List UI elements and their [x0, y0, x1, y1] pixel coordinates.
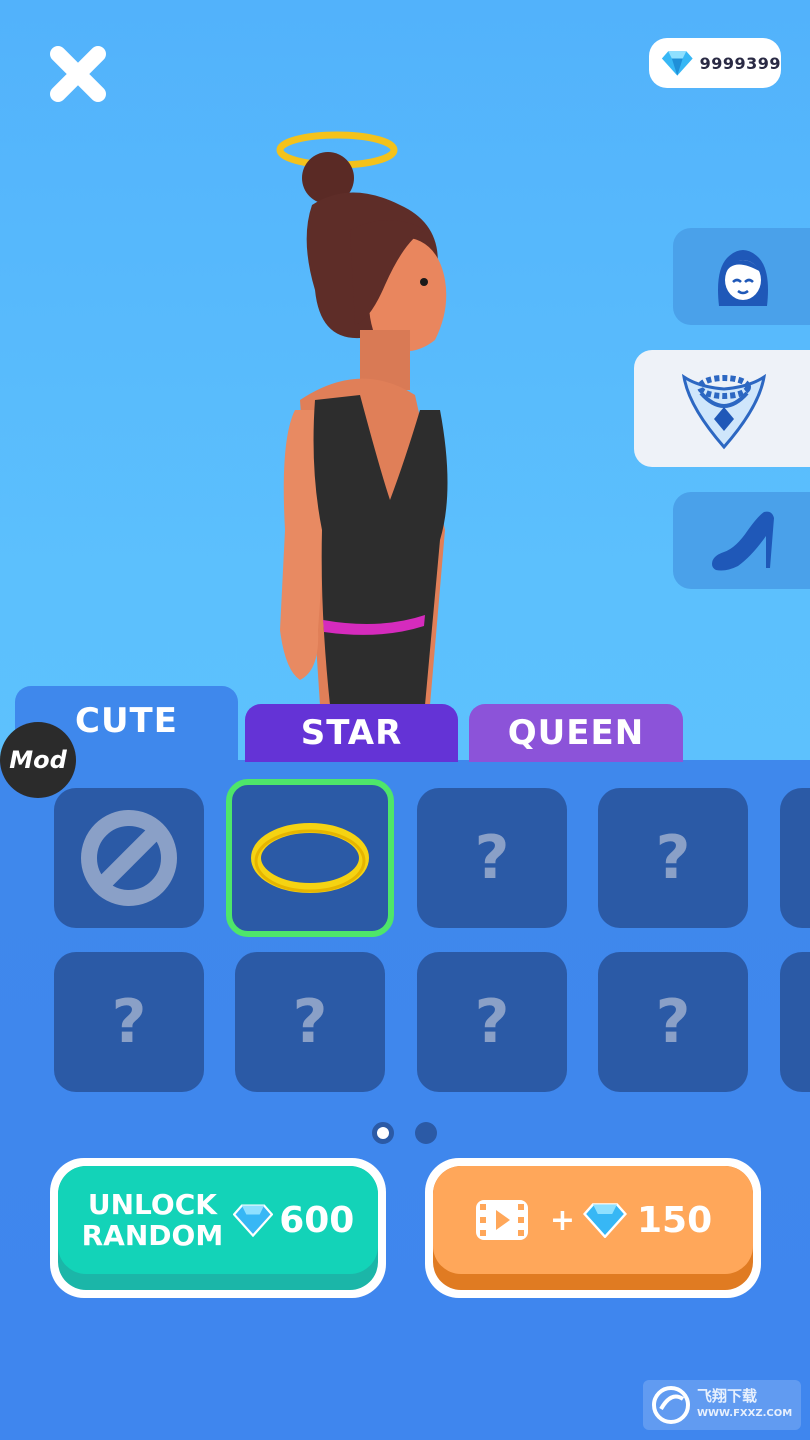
item-slot-locked[interactable]: ?	[235, 952, 385, 1092]
category-shoes-button[interactable]	[673, 492, 810, 589]
category-face-button[interactable]	[673, 228, 810, 325]
watermark-line1: 飞翔下载	[697, 1387, 758, 1405]
video-icon	[475, 1200, 528, 1240]
watermark-line2: WWW.FXXZ.COM	[697, 1408, 793, 1419]
ad-reward-amount: 150	[636, 1199, 713, 1241]
watermark: 飞翔下载 WWW.FXXZ.COM	[643, 1380, 801, 1430]
halo-ring-icon	[251, 823, 369, 893]
locked-mark: ?	[474, 987, 510, 1057]
item-slot-locked[interactable]: ?	[598, 952, 748, 1092]
item-slot-locked[interactable]: ?	[417, 952, 567, 1092]
item-slot-partial[interactable]	[780, 952, 810, 1092]
item-slot-locked[interactable]: ?	[417, 788, 567, 928]
item-slot-none[interactable]	[54, 788, 204, 928]
locked-mark: ?	[655, 823, 691, 893]
no-entry-icon	[81, 810, 177, 906]
locked-mark: ?	[111, 987, 147, 1057]
character-model	[276, 131, 448, 705]
unlock-label-line1: UNLOCK	[87, 1188, 217, 1221]
item-slot-locked[interactable]: ?	[54, 952, 204, 1092]
watch-ad-body: + 150	[433, 1166, 753, 1290]
tab-queen-label: QUEEN	[507, 713, 645, 753]
diamond-icon	[582, 1203, 627, 1238]
category-necklace-button[interactable]	[634, 350, 810, 467]
watermark-logo-icon	[652, 1386, 690, 1424]
watch-ad-button[interactable]: + 150	[425, 1158, 761, 1298]
page-dot-1[interactable]	[372, 1122, 394, 1144]
locked-mark: ?	[655, 987, 691, 1057]
close-x-icon	[50, 46, 106, 102]
high-heel-icon	[712, 511, 774, 570]
watch-ad-face: + 150	[433, 1166, 753, 1274]
tab-cute-label: CUTE	[75, 701, 178, 741]
tab-star[interactable]: STAR	[245, 704, 458, 762]
unlock-random-body: UNLOCK RANDOM 600	[58, 1166, 378, 1290]
unlock-random-label: UNLOCK RANDOM	[82, 1189, 224, 1251]
girl-face-icon	[718, 249, 768, 306]
unlock-random-button[interactable]: UNLOCK RANDOM 600	[50, 1158, 386, 1298]
gem-counter: 9999399	[649, 38, 781, 88]
ad-plus: +	[549, 1202, 575, 1238]
locked-mark: ?	[474, 823, 510, 893]
close-button[interactable]	[48, 44, 108, 104]
unlock-random-face: UNLOCK RANDOM 600	[58, 1166, 378, 1274]
item-slot-locked[interactable]: ?	[598, 788, 748, 928]
diamond-icon	[233, 1204, 274, 1237]
necklace-icon	[681, 373, 767, 449]
item-slot-halo[interactable]	[226, 779, 394, 937]
diamond-icon	[661, 51, 693, 76]
unlock-price: 600	[279, 1199, 355, 1241]
gem-count: 9999399	[699, 53, 781, 73]
page-dot-2[interactable]	[415, 1122, 437, 1144]
unlock-label-line2: RANDOM	[81, 1219, 224, 1252]
tab-queen[interactable]: QUEEN	[469, 704, 683, 762]
tab-star-label: STAR	[300, 713, 403, 753]
item-slot-partial[interactable]	[780, 788, 810, 928]
mod-badge: Mod	[0, 722, 76, 798]
locked-mark: ?	[292, 987, 328, 1057]
